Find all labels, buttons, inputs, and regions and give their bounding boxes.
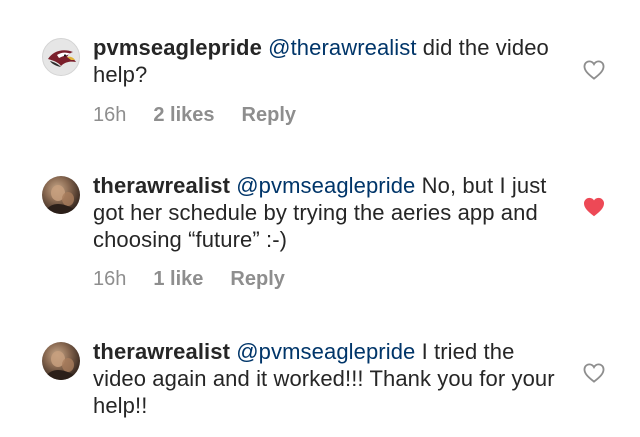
comment-likes-count[interactable]: 1 like	[153, 268, 203, 291]
heart-outline-icon[interactable]	[583, 60, 605, 80]
comment-username[interactable]: therawrealist	[93, 339, 230, 364]
comments-screen: pvmseaglepride @therawrealist did the vi…	[0, 0, 640, 437]
eagle-avatar-icon[interactable]	[42, 38, 80, 76]
comment-mention[interactable]: @therawrealist	[268, 35, 416, 60]
comment-body: therawrealist @pvmseaglepride No, but I …	[93, 172, 563, 253]
comment-mention[interactable]: @pvmseaglepride	[236, 173, 415, 198]
comment-username[interactable]: pvmseaglepride	[93, 35, 262, 60]
comment-timestamp: 16h	[93, 104, 127, 126]
heart-filled-icon[interactable]	[583, 197, 605, 217]
comment-mention[interactable]: @pvmseaglepride	[236, 339, 415, 364]
comment-likes-count[interactable]: 2 likes	[153, 104, 214, 127]
comment-body: therawrealist @pvmseaglepride I tried th…	[93, 338, 563, 419]
comment-meta: 16h 2 likes Reply	[93, 104, 296, 127]
comment-body: pvmseaglepride @therawrealist did the vi…	[93, 34, 563, 88]
reply-button[interactable]: Reply	[242, 104, 296, 127]
heart-outline-icon[interactable]	[583, 363, 605, 383]
reply-button[interactable]: Reply	[230, 268, 284, 291]
comment-timestamp: 16h	[93, 268, 127, 290]
profile-photo-avatar[interactable]	[42, 176, 80, 214]
profile-photo-avatar[interactable]	[42, 342, 80, 380]
comment-meta: 16h 1 like Reply	[93, 268, 285, 291]
comment-username[interactable]: therawrealist	[93, 173, 230, 198]
